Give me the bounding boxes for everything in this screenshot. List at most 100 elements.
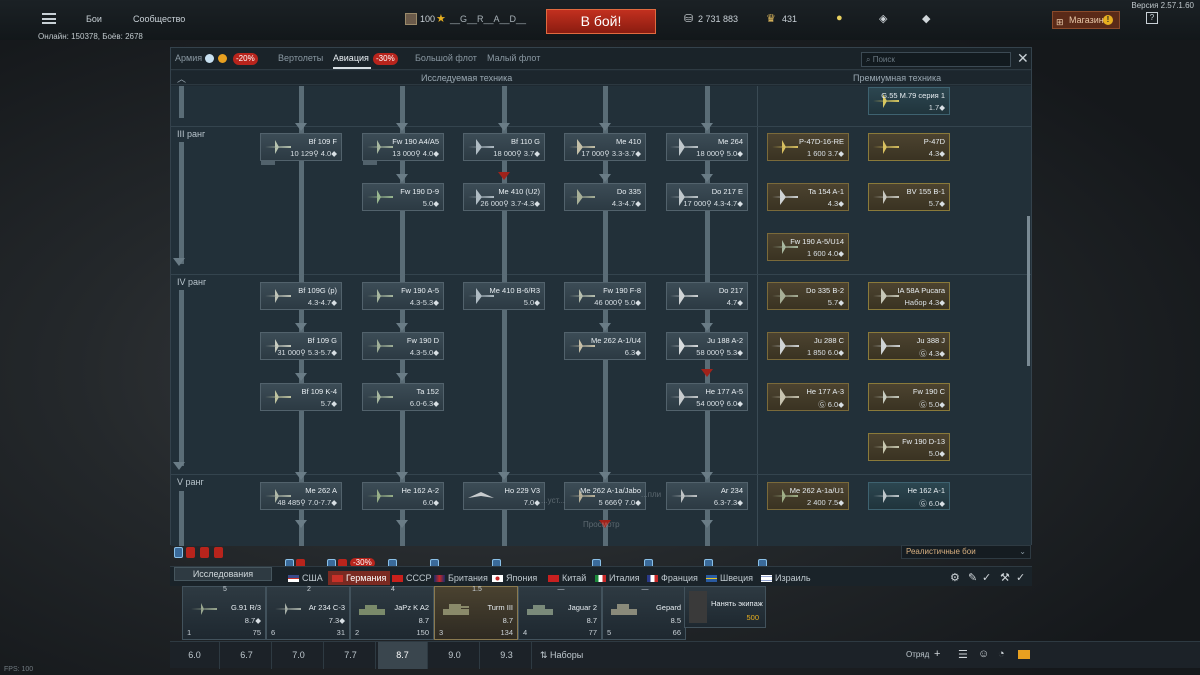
br-tab[interactable]: 9.0 — [430, 642, 480, 669]
premium-vehicle-card[interactable]: Me 262 A-1a/U1 2 400 7.5◆ — [767, 482, 849, 510]
premium-vehicle-card[interactable]: G.55 M.79 серия 1 1.7◆ — [868, 87, 950, 115]
tab-coastal-fleet[interactable]: Малый флот — [487, 53, 540, 63]
vehicle-card[interactable]: Me 410 B-6/R3 5.0◆ — [463, 282, 545, 310]
vehicle-card[interactable]: Bf 109G (p) 4.3-4.7◆ — [260, 282, 342, 310]
gear-icon[interactable]: ⚙ — [950, 571, 960, 584]
vehicle-card[interactable]: Fw 190 D-9 5.0◆ — [362, 183, 444, 211]
nation-tab-sweden[interactable]: Швеция — [706, 573, 753, 583]
vehicle-card[interactable]: Ju 188 A-2 58 000⚲ 5.3◆ — [666, 332, 748, 360]
vehicle-card[interactable]: Bf 110 G 18 000⚲ 3.7◆ — [463, 133, 545, 161]
premium-vehicle-card[interactable]: Fw 190 A-5/U14 1 600 4.0◆ — [767, 233, 849, 261]
tab-aviation[interactable]: Авиация — [333, 53, 369, 63]
crew-slot[interactable]: — Jaguar 2 8.7 4 77 — [518, 586, 602, 640]
shop-button[interactable]: ⊞ Магазин ! — [1052, 11, 1120, 29]
vehicle-card[interactable]: Me 262 A-1/U4 6.3◆ — [564, 332, 646, 360]
tab-bluewater-fleet[interactable]: Большой флот — [415, 53, 477, 63]
nation-tab-italy[interactable]: Италия — [595, 573, 640, 583]
friends-icon[interactable]: ☺ — [978, 648, 989, 660]
vehicle-card[interactable]: Bf 109 G 31 000⚲ 5.3-5.7◆ — [260, 332, 342, 360]
nation-tab-china[interactable]: Китай — [548, 573, 586, 583]
rank-4-label[interactable]: IV ранг — [177, 277, 206, 287]
premium-vehicle-card[interactable]: He 177 A-3 Ⓖ 6.0◆ — [767, 383, 849, 411]
tree-scrollbar[interactable] — [1027, 216, 1030, 366]
lightbulb-icon[interactable]: ● — [836, 12, 843, 24]
nation-tab-britain[interactable]: Британия — [434, 573, 488, 583]
nation-tab-usa[interactable]: США — [288, 573, 323, 583]
vehicle-card[interactable]: Bf 109 K-4 5.7◆ — [260, 383, 342, 411]
vehicle-card[interactable]: Ho 229 V3 7.0◆ — [463, 482, 545, 510]
nation-tab-germany[interactable]: Германия — [328, 571, 391, 585]
rank-5-label[interactable]: V ранг — [177, 477, 204, 487]
premium-vehicle-card[interactable]: He 162 A-1 Ⓖ 6.0◆ — [868, 482, 950, 510]
vehicle-card[interactable]: Do 217 E 17 000⚲ 4.3-4.7◆ — [666, 183, 748, 211]
br-tab[interactable]: 7.0 — [274, 642, 324, 669]
vehicle-card[interactable]: Ar 234 6.3-7.3◆ — [666, 482, 748, 510]
br-tab[interactable]: 6.7 — [222, 642, 272, 669]
player-nickname[interactable]: __G__R__A__D__ — [450, 14, 526, 24]
menu-battles[interactable]: Бои — [86, 14, 102, 24]
crew-slot[interactable]: 4 JaPz K A2 8.7 2 150 — [350, 586, 434, 640]
br-tab-active[interactable]: 8.7 — [378, 642, 428, 669]
list-icon[interactable]: ☰ — [958, 648, 968, 661]
research-select[interactable]: Исследования — [174, 567, 272, 581]
rank-3-label[interactable]: III ранг — [177, 129, 205, 139]
close-icon[interactable]: ✕ — [1017, 50, 1029, 67]
main-menu-icon[interactable] — [42, 13, 56, 24]
collapse-chevron-icon[interactable]: ︿ — [177, 72, 186, 85]
premium-vehicle-card[interactable]: Ta 154 A-1 4.3◆ — [767, 183, 849, 211]
plus-icon[interactable]: + — [934, 648, 940, 660]
search-input[interactable]: ⌕ Поиск — [861, 52, 1011, 67]
nation-tab-ussr[interactable]: СССР — [392, 573, 432, 583]
vehicle-card[interactable]: Bf 109 F 10 129⚲ 4.0◆ — [260, 133, 342, 165]
br-tab[interactable]: 7.7 — [326, 642, 376, 669]
checkmark-icon[interactable]: ✓ — [1016, 571, 1025, 584]
vehicle-card[interactable]: He 177 A-5 54 000⚲ 6.0◆ — [666, 383, 748, 411]
nation-tab-japan[interactable]: Япония — [492, 573, 537, 583]
coupon-icon[interactable]: ◆ — [922, 12, 930, 25]
vehicle-card[interactable]: Me 264 18 000⚲ 5.0◆ — [666, 133, 748, 161]
crew-slot-selected[interactable]: 1.5 Turm III 8.7 3 134 — [434, 586, 518, 640]
crew-slot[interactable]: — Gepard 8.5 5 66 — [602, 586, 686, 640]
presets-button[interactable]: ⇅ Наборы — [540, 650, 583, 661]
tab-army[interactable]: Армия — [175, 53, 202, 63]
br-tab[interactable]: 9.3 — [482, 642, 532, 669]
vehicle-card[interactable]: Fw 190 A4/A5 13 000⚲ 4.0◆ — [362, 133, 444, 165]
checkmark-icon[interactable]: ✓ — [982, 571, 991, 584]
crate-icon[interactable]: ◈ — [879, 12, 887, 25]
vehicle-card[interactable]: Me 410 (U2) 26 000⚲ 3.7-4.3◆ — [463, 183, 545, 211]
premium-vehicle-card[interactable]: Fw 190 C Ⓖ 5.0◆ — [868, 383, 950, 411]
menu-community[interactable]: Сообщество — [133, 14, 185, 24]
help-button[interactable]: ? — [1146, 12, 1158, 24]
mail-icon[interactable] — [1018, 650, 1030, 659]
repair-icon[interactable]: ⚒ — [1000, 571, 1010, 584]
premium-vehicle-card[interactable]: Fw 190 D-13 5.0◆ — [868, 433, 950, 461]
premium-vehicle-card[interactable]: IA 58A Pucara Набор 4.3◆ — [868, 282, 950, 310]
hire-crew-button[interactable]: Нанять экипаж 500 — [684, 586, 766, 628]
wrench-icon[interactable]: ✎ — [968, 571, 977, 584]
chat-icon[interactable]: ◔ — [998, 648, 1005, 660]
vehicle-card[interactable]: Do 335 4.3-4.7◆ — [564, 183, 646, 211]
vehicle-card[interactable]: Me 410 17 000⚲ 3.3-3.7◆ — [564, 133, 646, 161]
premium-vehicle-card[interactable]: P-47D-16-RE 1 600 3.7◆ — [767, 133, 849, 161]
crew-slot[interactable]: 5 G.91 R/3 8.7◆ 1 75 — [182, 586, 266, 640]
premium-vehicle-card[interactable]: Ju 288 C 1 850 6.0◆ — [767, 332, 849, 360]
vehicle-card[interactable]: Me 262 A 48 485⚲ 7.0-7.7◆ — [260, 482, 342, 510]
to-battle-button[interactable]: В бой! — [546, 9, 656, 34]
premium-vehicle-card[interactable]: Do 335 B-2 5.7◆ — [767, 282, 849, 310]
vehicle-card[interactable]: Fw 190 D 4.3-5.0◆ — [362, 332, 444, 360]
br-tab[interactable]: 6.0 — [170, 642, 220, 669]
vehicle-card[interactable]: Fw 190 A-5 4.3-5.3◆ — [362, 282, 444, 310]
premium-vehicle-card[interactable]: Ju 388 J Ⓖ 4.3◆ — [868, 332, 950, 360]
vehicle-card[interactable]: Ta 152 6.0-6.3◆ — [362, 383, 444, 411]
vehicle-card[interactable]: Me 262 A-1a/Jabo 5 666⚲ 7.0◆ — [564, 482, 646, 510]
tab-helicopters[interactable]: Вертолеты — [278, 53, 323, 63]
vehicle-card[interactable]: Fw 190 F-8 46 000⚲ 5.0◆ — [564, 282, 646, 310]
game-mode-select[interactable]: Реалистичные бои ⌄ — [901, 545, 1031, 559]
nation-tab-france[interactable]: Франция — [647, 573, 698, 583]
crew-slot[interactable]: 2 Ar 234 C-3 7.3◆ 6 31 — [266, 586, 350, 640]
premium-vehicle-card[interactable]: BV 155 B-1 5.7◆ — [868, 183, 950, 211]
premium-vehicle-card[interactable]: P-47D 4.3◆ — [868, 133, 950, 161]
vehicle-card[interactable]: Do 217 4.7◆ — [666, 282, 748, 310]
nation-tab-israel[interactable]: Израиль — [761, 573, 811, 583]
vehicle-card[interactable]: He 162 A-2 6.0◆ — [362, 482, 444, 510]
